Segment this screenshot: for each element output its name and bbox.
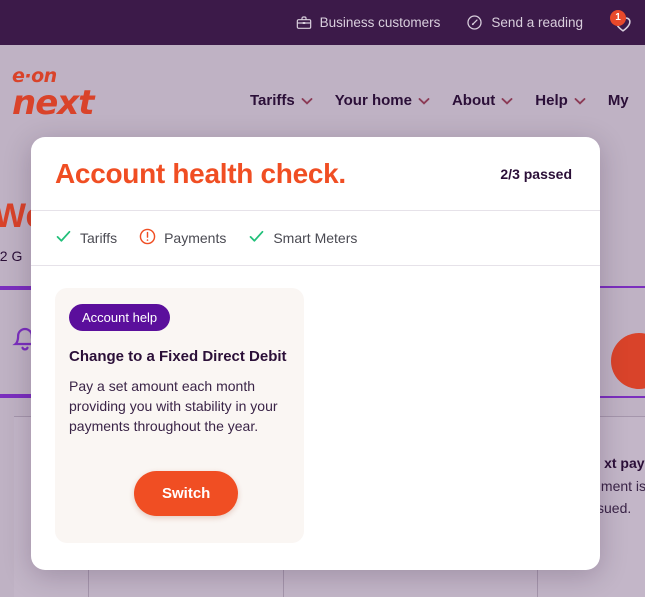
status-item-smart-meters[interactable]: Smart Meters	[248, 228, 357, 248]
modal-body: Account help Change to a Fixed Direct De…	[31, 266, 600, 569]
account-help-badge: Account help	[69, 304, 171, 331]
account-health-check-modal: Account health check. 2/3 passed Tariffs	[31, 137, 600, 570]
status-item-smart-meters-label: Smart Meters	[273, 230, 358, 246]
nav-item-your-home-label: Your home	[334, 92, 412, 109]
account-help-card-body: Pay a set amount each month providing yo…	[69, 378, 278, 434]
favourites-button[interactable]: 1	[609, 9, 637, 37]
chevron-down-icon	[301, 97, 313, 105]
chevron-down-icon	[574, 97, 586, 105]
health-status-row: Tariffs Payments Smart Meters	[31, 211, 600, 266]
meter-gauge-icon	[466, 14, 483, 31]
top-utility-bar: Business customers Send a reading 1	[0, 0, 645, 45]
nav-item-help[interactable]: Help	[535, 92, 586, 109]
eon-next-logo[interactable]: e·on next	[12, 67, 112, 123]
nav-items: Tariffs Your home About Help My	[250, 92, 629, 109]
business-customers-label: Business customers	[319, 15, 441, 30]
chevron-right-icon	[589, 333, 600, 375]
chevron-down-icon	[501, 97, 513, 105]
modal-header: Account health check. 2/3 passed	[31, 137, 600, 211]
send-a-reading-label: Send a reading	[491, 15, 583, 30]
briefcase-icon	[296, 15, 312, 31]
background-next-payment-title: xt paym	[604, 455, 645, 471]
favourites-badge: 1	[610, 9, 626, 26]
check-icon	[248, 228, 265, 248]
switch-button[interactable]: Switch	[134, 471, 239, 516]
account-help-card: Account help Change to a Fixed Direct De…	[55, 288, 304, 543]
logo-next-text: next	[12, 83, 94, 123]
chevron-down-icon	[418, 97, 430, 105]
modal-title: Account health check.	[55, 157, 346, 189]
nav-item-tariffs[interactable]: Tariffs	[250, 92, 313, 109]
main-navigation-bar: e·on next Tariffs Your home About Help M…	[0, 45, 645, 145]
check-icon	[55, 228, 72, 248]
modal-pass-count: 2/3 passed	[500, 165, 572, 182]
nav-item-help-label: Help	[535, 92, 568, 109]
account-help-card-title: Change to a Fixed Direct Debit	[69, 348, 287, 365]
app-root: Business customers Send a reading 1 e·on…	[0, 0, 645, 597]
status-item-tariffs-label: Tariffs	[80, 230, 118, 246]
nav-item-my-account-label: My	[607, 92, 629, 109]
nav-item-about-label: About	[451, 92, 496, 109]
status-item-tariffs[interactable]: Tariffs	[55, 228, 117, 248]
nav-item-your-home[interactable]: Your home	[335, 92, 430, 109]
status-item-payments[interactable]: Payments	[139, 228, 226, 248]
carousel-next-button[interactable]	[588, 331, 600, 377]
nav-item-tariffs-label: Tariffs	[250, 92, 295, 109]
warning-circle-icon	[139, 228, 156, 248]
welcome-subtext: 92 G	[0, 248, 23, 264]
business-customers-link[interactable]: Business customers	[296, 15, 441, 31]
status-item-payments-label: Payments	[164, 230, 227, 246]
background-accent-circle	[611, 333, 645, 389]
nav-item-about[interactable]: About	[452, 92, 513, 109]
send-a-reading-link[interactable]: Send a reading	[466, 14, 583, 31]
nav-item-my-account[interactable]: My	[608, 92, 629, 109]
